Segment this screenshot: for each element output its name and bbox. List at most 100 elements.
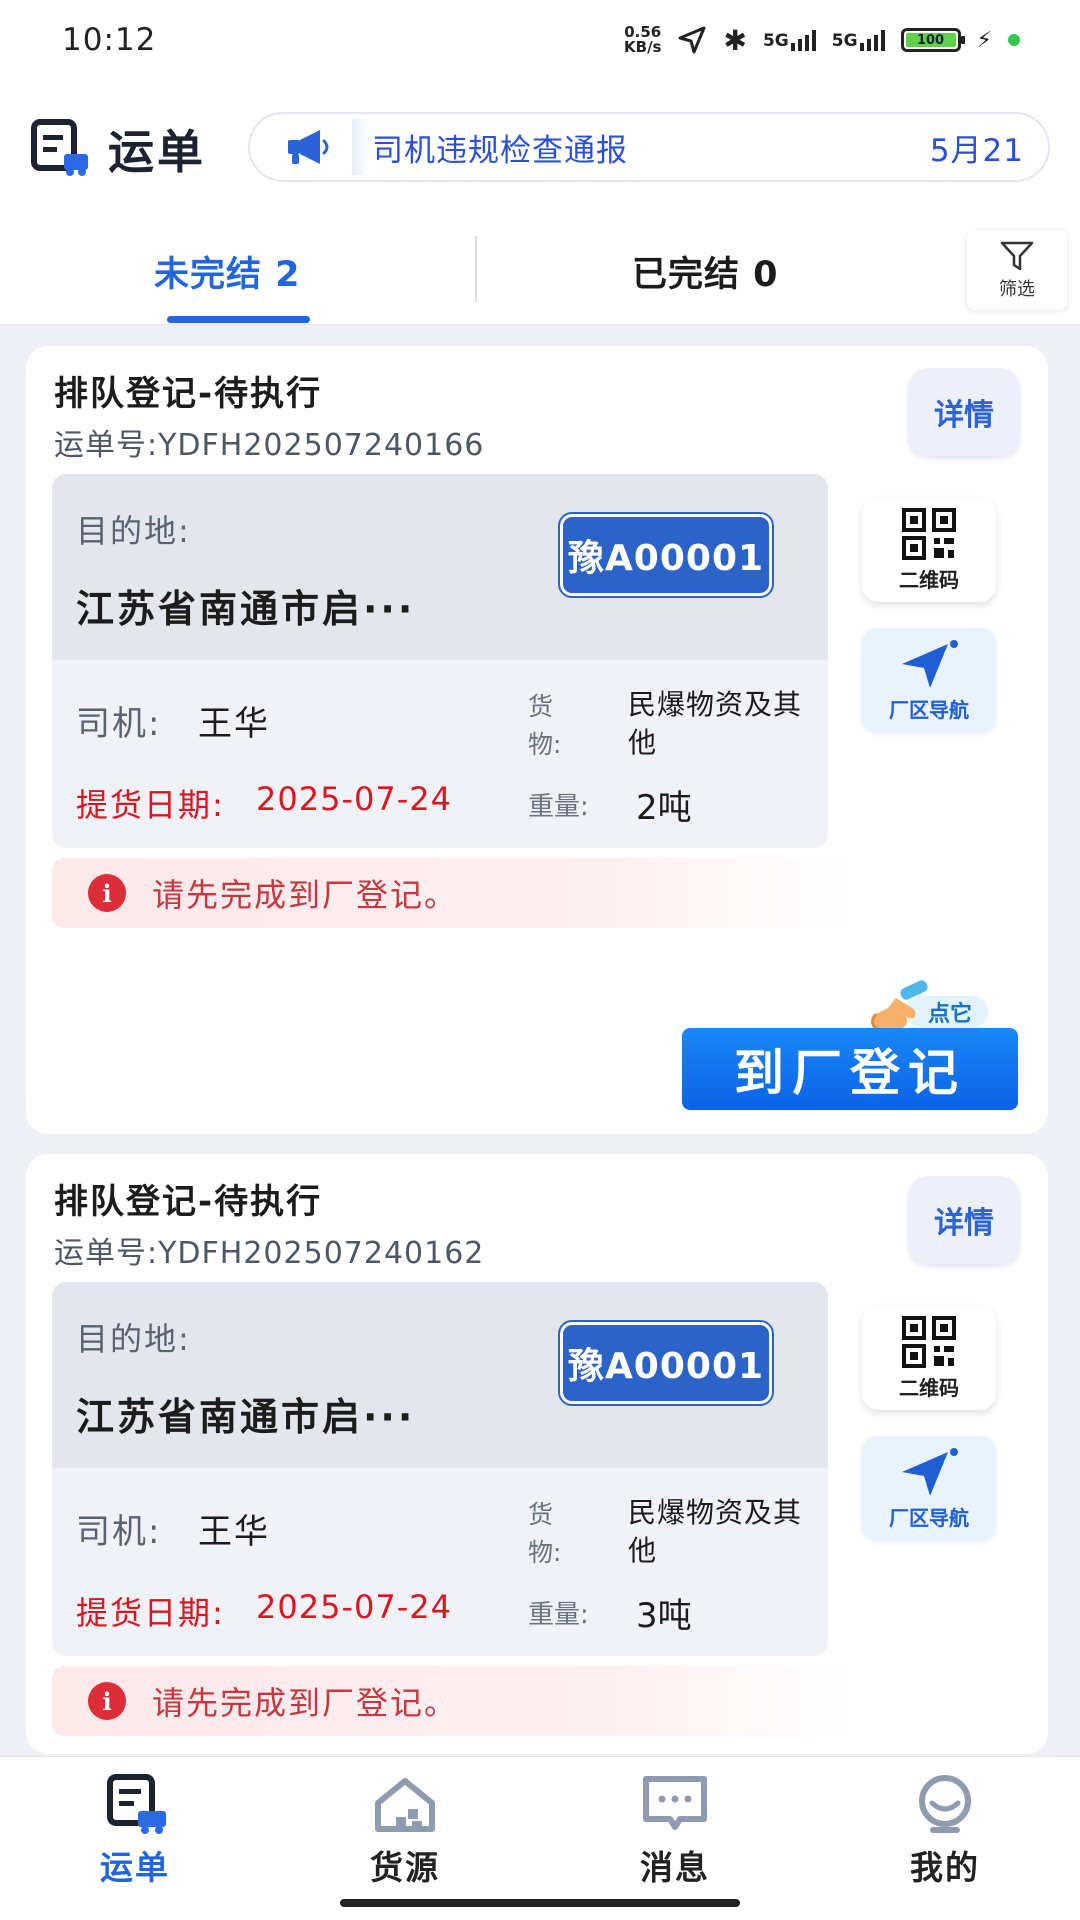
driver-name: 王华 [198, 1512, 270, 1552]
nav-label-cargo-source: 货源 [370, 1848, 440, 1887]
license-plate: 豫A00001 [558, 512, 774, 598]
qr-code-icon [902, 507, 956, 560]
signal-5g-1: 5G [763, 29, 816, 51]
info-icon: i [88, 1682, 126, 1720]
signal-label-2: 5G [831, 31, 858, 51]
signal-bars-icon [790, 29, 816, 51]
status-icons: 0.56 KB/s ✱ 5G 5G 100 ⚡ [624, 24, 1020, 57]
signal-bars-icon [859, 29, 885, 51]
plant-navigation-label: 厂区导航 [889, 697, 969, 722]
filter-label: 筛选 [999, 279, 1035, 300]
weight-label: 重量: [528, 1600, 589, 1630]
goods-value: 民爆物资及其他 [628, 688, 803, 759]
tab-completed[interactable]: 已完结 0 [632, 246, 779, 297]
alert-banner: i 请先完成到厂登记。 [52, 858, 852, 928]
nav-item-waybill[interactable]: 运单 [60, 1773, 210, 1889]
alert-text: 请先完成到厂登记。 [152, 876, 459, 914]
net-speed: 0.56 KB/s [624, 25, 661, 55]
qr-code-button[interactable]: 二维码 [862, 498, 996, 602]
qr-code-icon [902, 1315, 956, 1368]
destination-value: 江苏省南通市启··· [76, 1395, 416, 1439]
goods-label: 货物: [528, 692, 562, 759]
destination-section: 目的地: 江苏省南通市启··· 豫A00001 [52, 474, 828, 660]
order-status: 排队登记-待执行 [54, 374, 323, 414]
detail-button[interactable]: 详情 [908, 368, 1020, 456]
detail-button[interactable]: 详情 [908, 1176, 1020, 1264]
pickup-date-value: 2025-07-24 [256, 780, 452, 818]
tab-divider [475, 236, 477, 302]
status-bar: 10:12 0.56 KB/s ✱ 5G 5G 100 ⚡ [0, 0, 1080, 80]
order-status: 排队登记-待执行 [54, 1182, 323, 1222]
goods-value: 民爆物资及其他 [628, 1496, 803, 1567]
notice-text[interactable]: 司机违规检查通报 [372, 125, 628, 170]
order-info-box: 目的地: 江苏省南通市启··· 豫A00001 司机: 王华 货物: 民爆物资及… [52, 474, 828, 848]
pickup-date-label: 提货日期: [76, 786, 225, 824]
weight-value: 3吨 [636, 1596, 692, 1636]
driver-label: 司机: [76, 1512, 162, 1552]
destination-value: 江苏省南通市启··· [76, 587, 416, 631]
waybill-icon [107, 1774, 166, 1834]
app-header: 运单 司机违规检查通报 5月21 [0, 80, 1080, 240]
order-card: 排队登记-待执行 运单号:YDFH202507240162 详情 目的地: 江苏… [26, 1154, 1048, 1754]
alert-text: 请先完成到厂登记。 [152, 1684, 459, 1722]
pickup-date-value: 2025-07-24 [256, 1588, 452, 1626]
battery-icon: 100 [900, 28, 965, 52]
weight-label: 重量: [528, 792, 589, 822]
net-speed-unit: KB/s [624, 38, 662, 56]
waybill-number: 运单号:YDFH202507240166 [54, 428, 485, 463]
notice-date: 5月21 [929, 132, 1024, 169]
nav-label-waybill: 运单 [100, 1848, 170, 1887]
waybill-logo-icon [30, 118, 90, 178]
goods-label: 货物: [528, 1500, 562, 1567]
cargo-source-icon [375, 1778, 435, 1832]
filter-icon [1000, 241, 1034, 271]
location-arrow-icon [678, 26, 706, 54]
order-card: 排队登记-待执行 运单号:YDFH202507240166 详情 目的地: 江苏… [26, 346, 1048, 1134]
tab-bar: 未完结 2 已完结 0 筛选 [0, 220, 1080, 325]
nav-label-messages: 消息 [640, 1848, 710, 1887]
nav-item-messages[interactable]: 消息 [600, 1773, 750, 1889]
destination-section: 目的地: 江苏省南通市启··· 豫A00001 [52, 1282, 828, 1468]
status-time: 10:12 [62, 22, 157, 58]
message-icon [643, 1776, 707, 1830]
plant-navigation-button[interactable]: 厂区导航 [862, 628, 996, 732]
order-info-box: 目的地: 江苏省南通市启··· 豫A00001 司机: 王华 货物: 民爆物资及… [52, 1282, 828, 1656]
qr-code-label: 二维码 [899, 1375, 959, 1400]
battery-level: 100 [905, 33, 956, 48]
tab-incomplete[interactable]: 未完结 2 [154, 246, 301, 297]
signal-label-1: 5G [762, 31, 789, 51]
plant-navigation-button[interactable]: 厂区导航 [862, 1436, 996, 1540]
signal-5g-2: 5G [832, 29, 885, 51]
filter-button[interactable]: 筛选 [967, 230, 1067, 310]
destination-label: 目的地: [76, 1320, 191, 1358]
bluetooth-icon: ✱ [723, 23, 747, 57]
nav-item-cargo-source[interactable]: 货源 [330, 1773, 480, 1889]
driver-label: 司机: [76, 704, 162, 744]
plant-navigation-label: 厂区导航 [889, 1505, 969, 1530]
page-title: 运单 [108, 125, 206, 179]
navigation-arrow-icon [902, 639, 958, 688]
alert-banner: i 请先完成到厂登记。 [52, 1666, 852, 1736]
nav-label-profile: 我的 [910, 1848, 980, 1887]
megaphone-icon [288, 130, 329, 164]
license-plate: 豫A00001 [558, 1320, 774, 1406]
notice-divider [352, 119, 370, 175]
driver-name: 王华 [198, 704, 270, 744]
qr-code-button[interactable]: 二维码 [862, 1306, 996, 1410]
navigation-arrow-icon [902, 1447, 958, 1496]
home-indicator[interactable] [340, 1899, 740, 1907]
bottom-navigation: 运单 货源 消息 我的 [0, 1756, 1080, 1920]
info-icon: i [88, 874, 126, 912]
waybill-number: 运单号:YDFH202507240162 [54, 1236, 485, 1271]
charging-icon: ⚡ [976, 27, 992, 53]
tab-indicator [167, 316, 310, 323]
privacy-dot-icon [1008, 34, 1020, 46]
weight-value: 2吨 [636, 788, 692, 828]
pickup-date-label: 提货日期: [76, 1594, 225, 1632]
arrival-register-button[interactable]: 到厂登记 [682, 1028, 1018, 1110]
profile-icon [919, 1775, 971, 1833]
notice-banner[interactable]: 司机违规检查通报 5月21 [248, 112, 1050, 182]
qr-code-label: 二维码 [899, 567, 959, 592]
destination-label: 目的地: [76, 512, 191, 550]
nav-item-profile[interactable]: 我的 [870, 1773, 1020, 1889]
